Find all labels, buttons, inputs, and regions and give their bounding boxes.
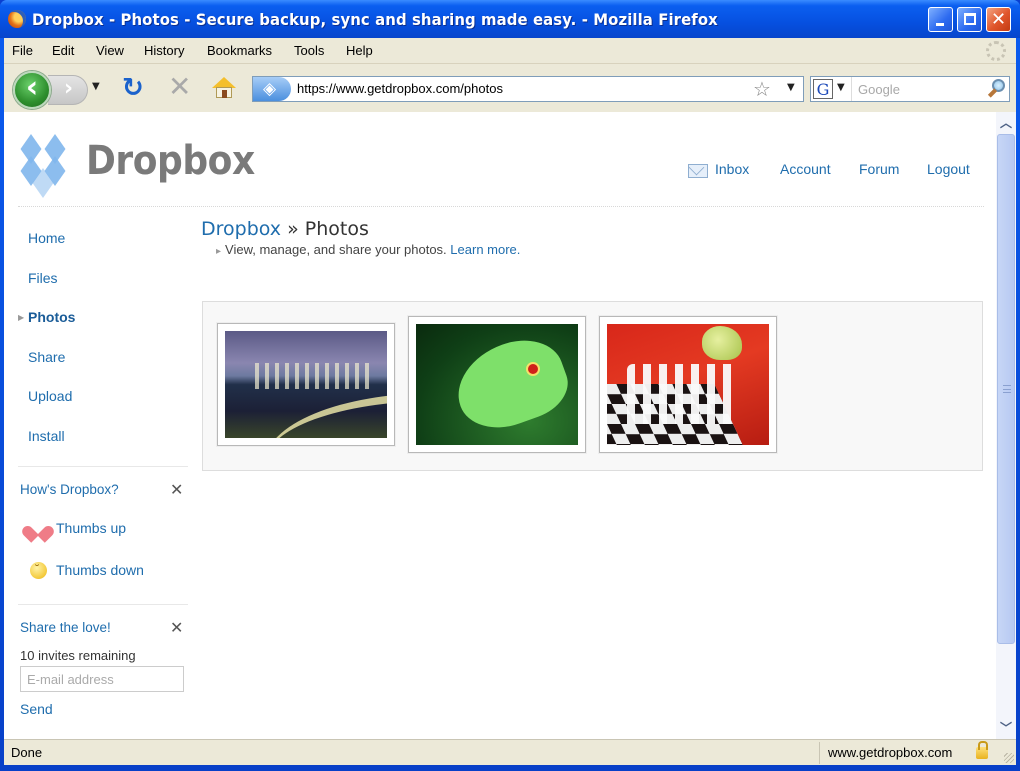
resize-grip-icon[interactable]	[1004, 753, 1014, 763]
send-link[interactable]: Send	[20, 701, 53, 717]
lock-icon[interactable]	[976, 741, 988, 759]
home-icon[interactable]	[212, 77, 236, 99]
sidebar-item-files[interactable]: Files	[28, 270, 58, 286]
menu-history[interactable]: History	[144, 43, 184, 58]
sidebar-item-upload[interactable]: Upload	[28, 388, 72, 404]
learn-more-link[interactable]: Learn more.	[450, 242, 520, 257]
search-input[interactable]	[851, 77, 981, 101]
sidebar-item-photos[interactable]: Photos	[28, 309, 75, 325]
breadcrumb-root[interactable]: Dropbox	[201, 218, 281, 240]
breadcrumb: Dropbox » Photos	[201, 218, 369, 240]
photo-city-image	[225, 331, 387, 438]
header-divider	[18, 206, 984, 207]
nav-forum[interactable]: Forum	[859, 161, 899, 177]
bullet-icon: ▸	[216, 246, 222, 257]
back-button[interactable]	[13, 70, 51, 109]
forward-button[interactable]	[48, 75, 88, 105]
site-identity-icon[interactable]	[253, 77, 291, 101]
dropbox-box-icon	[16, 134, 74, 198]
thumbs-down-link[interactable]: Thumbs down	[56, 562, 144, 578]
nav-account[interactable]: Account	[780, 161, 831, 177]
url-bar[interactable]: https://www.getdropbox.com/photos ☆ ▼	[252, 76, 804, 102]
minimize-icon	[936, 23, 944, 26]
thumbs-up-link[interactable]: Thumbs up	[56, 520, 126, 536]
photo-frog-image	[416, 324, 578, 445]
vertical-scrollbar[interactable]: ︿ ﹀	[996, 112, 1016, 739]
menu-view[interactable]: View	[96, 43, 124, 58]
sidebar-item-share[interactable]: Share	[28, 349, 65, 365]
invite-title: Share the love!	[20, 620, 111, 635]
photo-thumbnail[interactable]	[408, 316, 586, 453]
menu-file[interactable]: File	[12, 43, 33, 58]
page-viewport: Dropbox Inbox Account Forum Logout Home …	[4, 112, 996, 739]
photo-thumbnail[interactable]	[217, 323, 395, 446]
nav-inbox[interactable]: Inbox	[715, 161, 749, 177]
status-domain[interactable]: www.getdropbox.com	[828, 745, 952, 760]
browser-chrome: File Edit View History Bookmarks Tools H…	[4, 38, 1016, 112]
grip-icon	[1003, 385, 1011, 393]
title-bar[interactable]: Dropbox - Photos - Secure backup, sync a…	[0, 0, 1020, 38]
breadcrumb-separator: »	[287, 218, 299, 240]
browser-window: Dropbox - Photos - Secure backup, sync a…	[0, 0, 1020, 771]
stop-icon[interactable]: ✕	[168, 73, 191, 101]
google-engine-icon[interactable]: G	[813, 79, 833, 99]
url-dropdown-icon[interactable]: ▼	[787, 82, 795, 93]
mail-icon[interactable]	[688, 164, 708, 178]
invite-close-icon[interactable]: ✕	[170, 618, 183, 637]
sidebar-item-install[interactable]: Install	[28, 428, 65, 444]
throbber-icon	[986, 41, 1006, 61]
url-text[interactable]: https://www.getdropbox.com/photos	[297, 81, 503, 96]
sad-face-icon[interactable]	[30, 562, 47, 579]
dropbox-logo[interactable]: Dropbox	[16, 134, 255, 198]
engine-dropdown-icon[interactable]: ▼	[837, 82, 845, 93]
status-text: Done	[11, 745, 43, 760]
menu-bar: File Edit View History Bookmarks Tools H…	[4, 38, 1016, 64]
photo-gallery	[202, 301, 983, 471]
close-icon: ✕	[990, 9, 1007, 30]
menu-edit[interactable]: Edit	[52, 43, 74, 58]
menu-help[interactable]: Help	[346, 43, 373, 58]
navigation-toolbar: ▼ ↻ ✕ https://www.getdropbox.com/photos …	[4, 65, 1016, 111]
heart-icon[interactable]	[28, 519, 48, 537]
nav-logout[interactable]: Logout	[927, 161, 970, 177]
page-subtitle: ▸ View, manage, and share your photos. Le…	[216, 242, 520, 257]
close-button[interactable]: ✕	[986, 7, 1011, 32]
logo-text: Dropbox	[86, 138, 255, 184]
breadcrumb-current: Photos	[304, 218, 369, 240]
minimize-button[interactable]	[928, 7, 953, 32]
reload-icon[interactable]: ↻	[122, 75, 144, 101]
scroll-up-icon[interactable]: ︿	[996, 114, 1016, 132]
scroll-down-icon[interactable]: ﹀	[996, 719, 1016, 737]
window-title: Dropbox - Photos - Secure backup, sync a…	[32, 10, 718, 29]
invites-remaining: 10 invites remaining	[20, 648, 136, 663]
star-icon[interactable]: ☆	[753, 77, 771, 101]
security-panel[interactable]: www.getdropbox.com	[819, 741, 999, 764]
status-bar: Done www.getdropbox.com	[4, 739, 1016, 765]
menu-bookmarks[interactable]: Bookmarks	[207, 43, 272, 58]
magnifier-icon[interactable]	[987, 79, 1005, 99]
feedback-title: How's Dropbox?	[20, 482, 119, 497]
feedback-close-icon[interactable]: ✕	[170, 480, 183, 499]
menu-tools[interactable]: Tools	[294, 43, 324, 58]
photo-chess-image	[607, 324, 769, 445]
sidebar-divider	[18, 466, 188, 467]
firefox-icon	[8, 10, 26, 28]
email-field[interactable]	[20, 666, 184, 692]
sidebar-divider	[18, 604, 188, 605]
scrollbar-thumb[interactable]	[997, 134, 1015, 644]
maximize-icon	[964, 13, 976, 25]
maximize-button[interactable]	[957, 7, 982, 32]
photo-thumbnail[interactable]	[599, 316, 777, 453]
search-bar: G ▼	[810, 76, 1010, 102]
active-indicator-icon: ▶	[18, 313, 25, 322]
subtitle-text: View, manage, and share your photos.	[225, 242, 447, 257]
sidebar-item-home[interactable]: Home	[28, 230, 65, 246]
history-dropdown-icon[interactable]: ▼	[92, 81, 104, 95]
